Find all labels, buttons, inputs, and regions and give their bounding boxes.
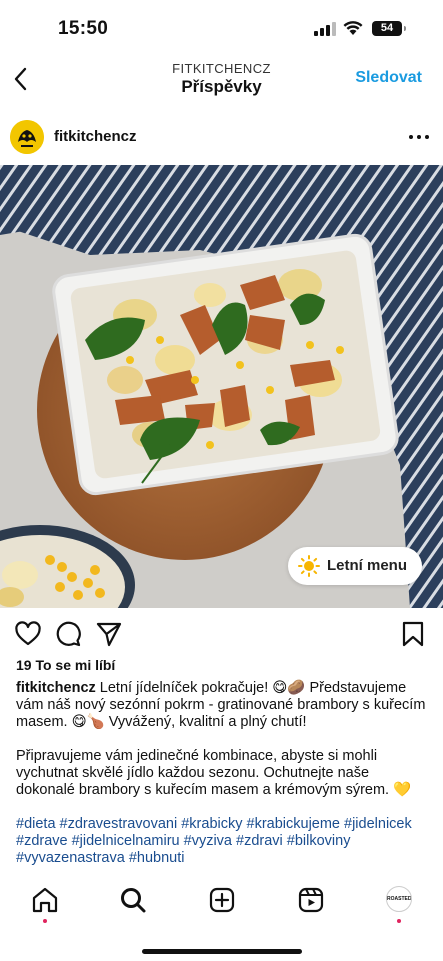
food-photo — [0, 165, 443, 608]
battery-icon: 54 — [372, 21, 406, 36]
post-image[interactable]: Letní menu — [0, 165, 443, 608]
likes-count[interactable]: 19 To se mi líbí — [16, 657, 115, 673]
post-author-row: fitkitchencz — [0, 112, 443, 162]
summer-menu-badge[interactable]: Letní menu — [288, 547, 422, 585]
post-caption: fitkitchencz Letní jídelníček pokračuje!… — [16, 680, 428, 884]
create-icon[interactable] — [207, 885, 237, 915]
comment-icon[interactable] — [54, 620, 82, 648]
share-icon[interactable] — [95, 620, 123, 648]
top-header: FITKITCHENCZ Příspěvky Sledovat — [0, 58, 443, 104]
profile-notification-dot — [397, 919, 401, 923]
caption-username[interactable]: fitkitchencz — [16, 680, 96, 696]
caption-paragraph-2: Připravujeme vám jedinečné kombinace, ab… — [16, 748, 412, 798]
author-avatar[interactable] — [10, 120, 44, 154]
badge-label: Letní menu — [327, 557, 408, 574]
home-indicator[interactable] — [142, 949, 302, 954]
post-actions — [0, 618, 443, 652]
author-name[interactable]: fitkitchencz — [54, 128, 137, 145]
home-notification-dot — [43, 919, 47, 923]
cellular-signal-icon — [314, 22, 336, 36]
caption-hashtags[interactable]: #dieta #zdravestravovani #krabicky #krab… — [16, 816, 428, 867]
heart-icon[interactable] — [14, 620, 42, 648]
profile-avatar[interactable]: ROASTED — [386, 886, 412, 912]
sun-icon — [298, 555, 320, 577]
caption-paragraph-1: fitkitchencz Letní jídelníček pokračuje!… — [16, 680, 428, 731]
search-icon[interactable] — [118, 885, 148, 915]
status-time: 15:50 — [58, 18, 109, 39]
follow-button[interactable]: Sledovat — [355, 69, 422, 87]
status-bar: 15:50 54 — [0, 0, 443, 58]
more-icon[interactable] — [409, 126, 429, 146]
wifi-icon — [343, 21, 363, 35]
home-icon[interactable] — [30, 885, 60, 915]
bookmark-icon[interactable] — [399, 620, 427, 648]
reels-icon[interactable] — [296, 885, 326, 915]
